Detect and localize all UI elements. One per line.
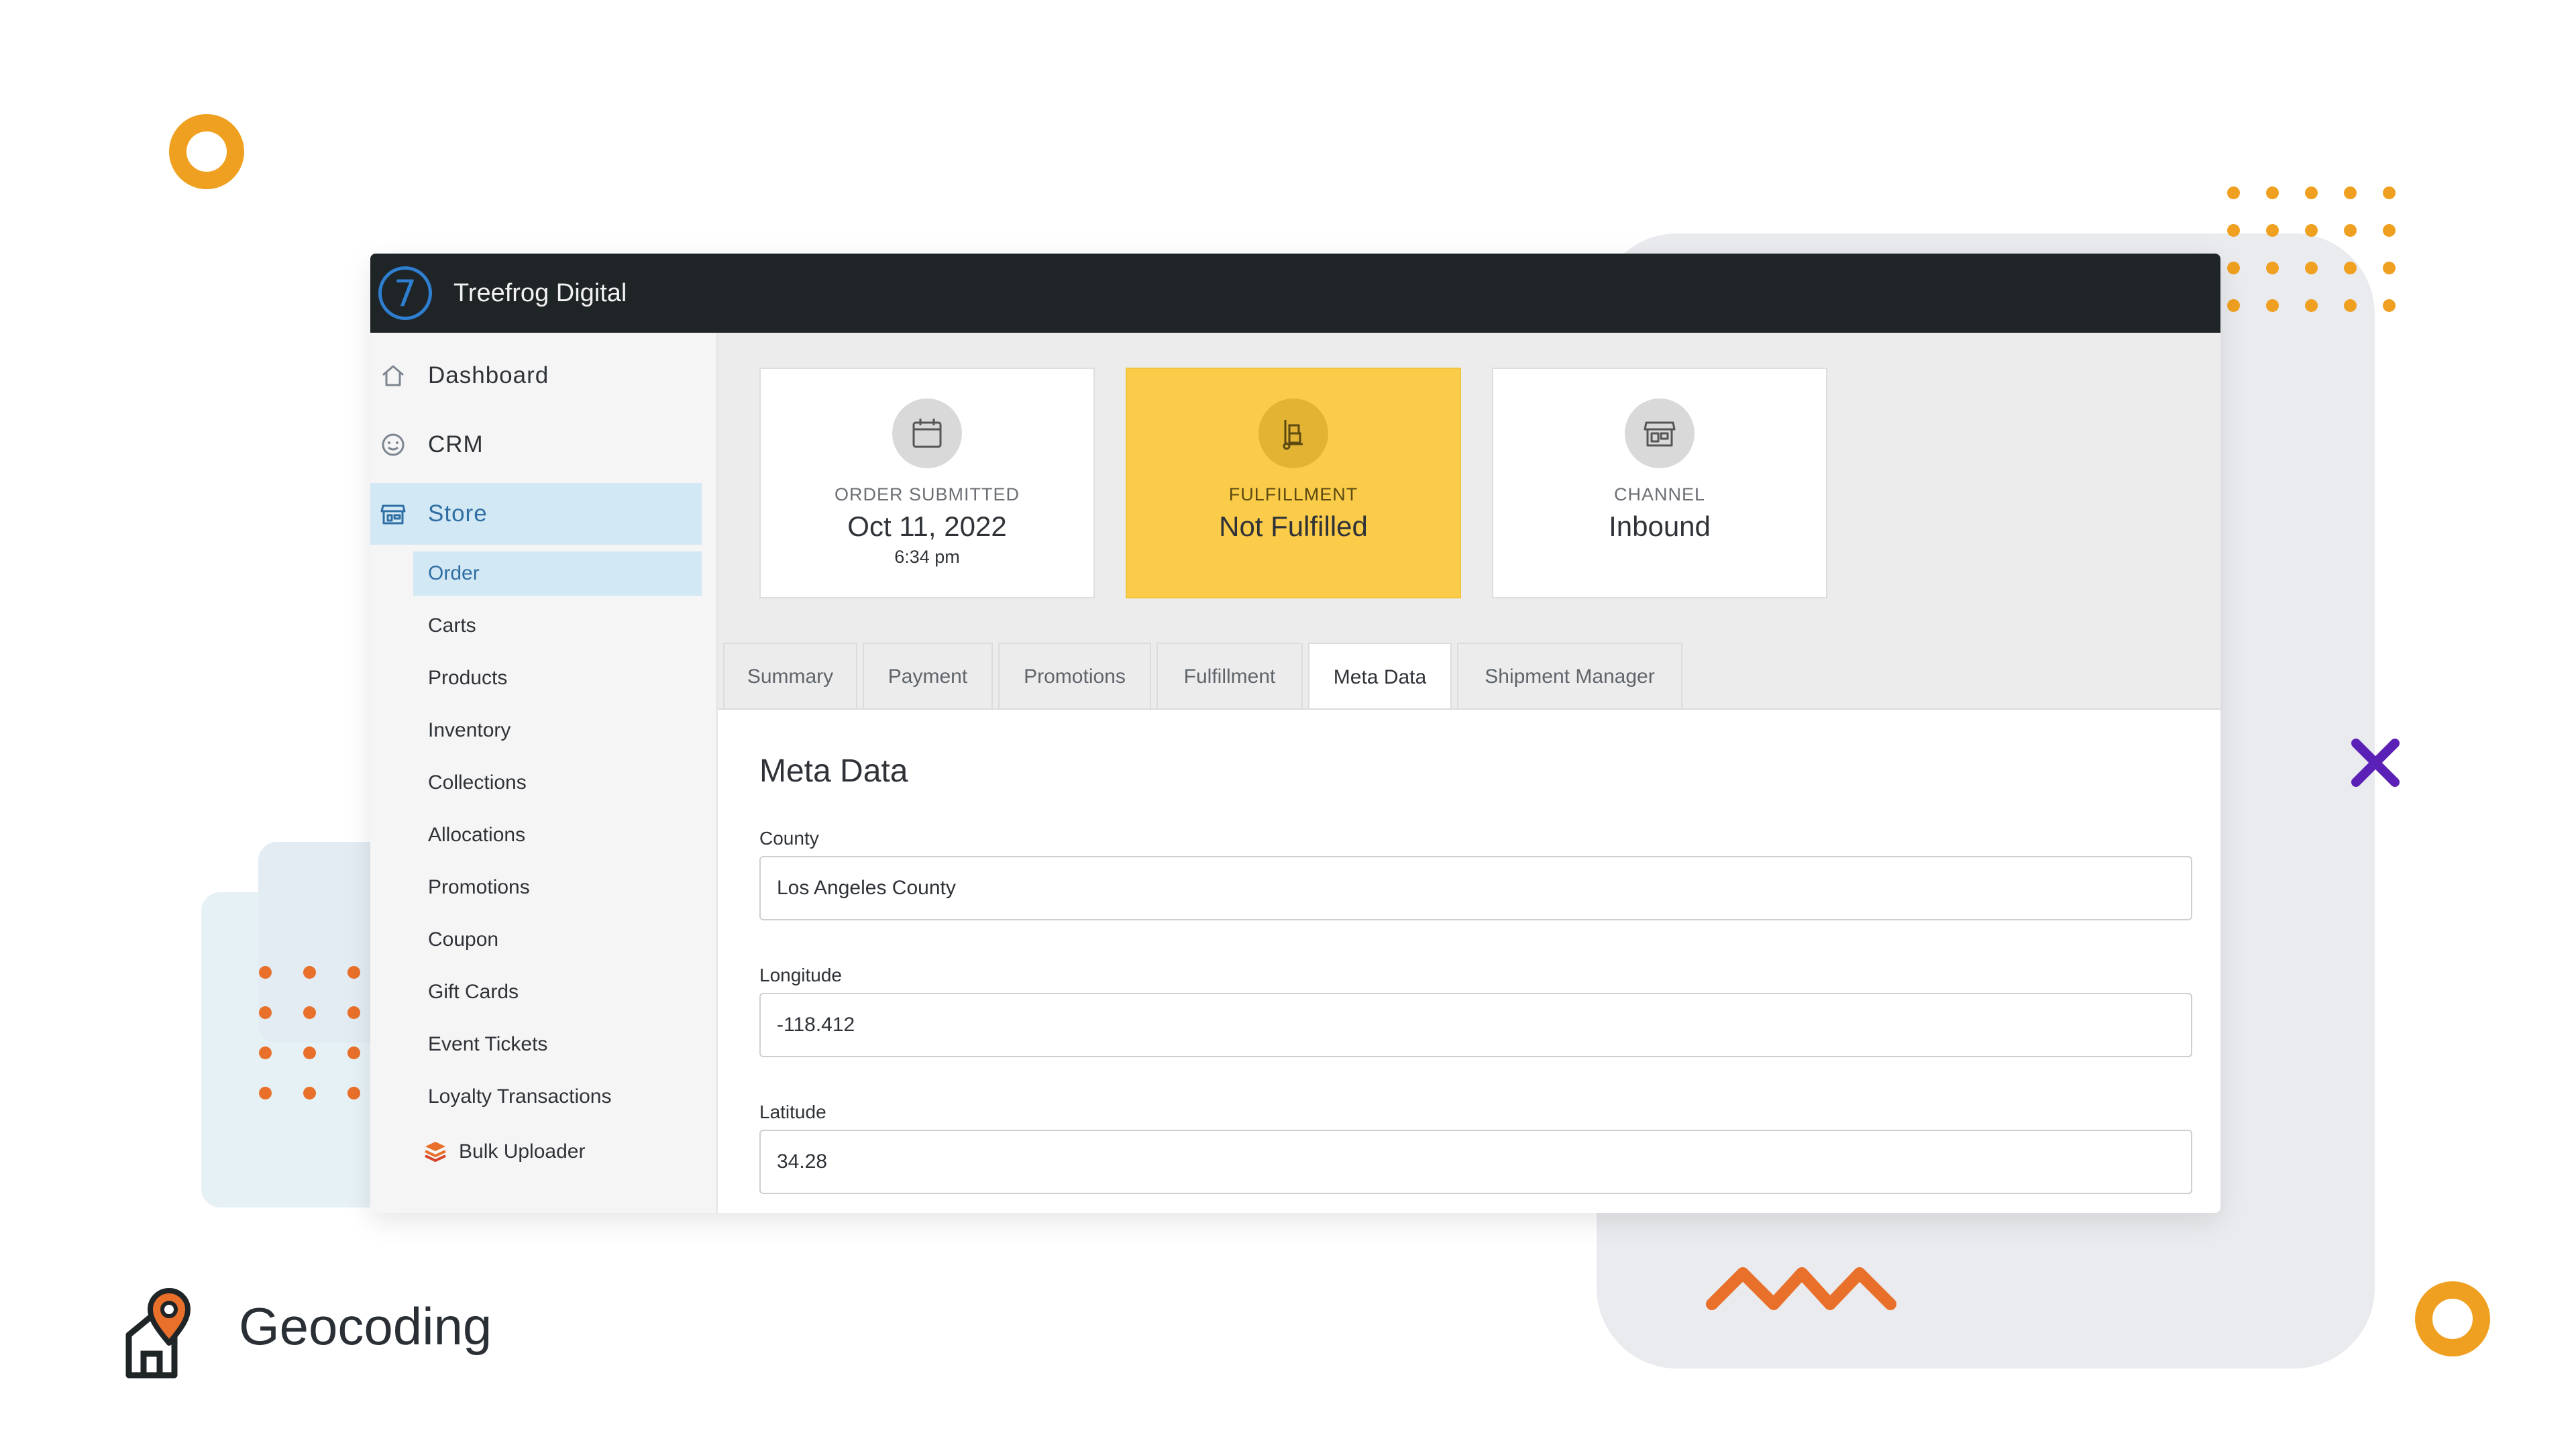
sidebar-subitem-collections[interactable]: Collections <box>413 761 702 805</box>
card-subvalue: 6:34 pm <box>894 547 960 567</box>
sidebar-item-crm[interactable]: CRM <box>370 414 702 476</box>
orange-ring-top-left <box>169 114 244 189</box>
top-bar: 7 Treefrog Digital <box>370 254 2220 333</box>
sidebar-subitem-label: Loyalty Transactions <box>428 1085 612 1108</box>
sidebar-item-label: Store <box>428 500 488 527</box>
sidebar-subitem-label: Promotions <box>428 876 530 898</box>
sidebar-subitem-label: Gift Cards <box>428 981 519 1003</box>
hand-truck-icon <box>1258 398 1328 468</box>
card-label: FULFILLMENT <box>1228 484 1358 504</box>
sidebar-subitem-label: Allocations <box>428 824 526 846</box>
sidebar-subitem-label: Collections <box>428 771 527 794</box>
sidebar: Dashboard CRM Store Order Carts Products… <box>370 333 718 1213</box>
sidebar-subitem-label: Coupon <box>428 928 499 951</box>
panel-title: Meta Data <box>759 753 908 789</box>
sidebar-subitem-coupon[interactable]: Coupon <box>413 918 702 962</box>
treefrog-logo-icon[interactable]: 7 <box>378 266 432 320</box>
app-title: Treefrog Digital <box>453 278 627 307</box>
longitude-label: Longitude <box>759 965 843 985</box>
sidebar-subitem-promotions[interactable]: Promotions <box>413 865 702 910</box>
home-icon <box>378 361 408 390</box>
storefront-icon <box>378 499 408 529</box>
tab-summary[interactable]: Summary <box>723 643 857 710</box>
sidebar-subitem-bulk-uploader[interactable]: Bulk Uploader <box>413 1130 702 1174</box>
zigzag-decoration <box>1706 1267 1896 1310</box>
store-icon <box>1625 398 1695 468</box>
sidebar-subitem-label: Order <box>428 562 480 584</box>
sidebar-subitem-label: Products <box>428 667 508 689</box>
sidebar-subitem-order[interactable]: Order <box>413 551 702 596</box>
sidebar-item-label: CRM <box>428 431 484 458</box>
calendar-icon <box>892 398 962 468</box>
latitude-field[interactable] <box>759 1130 2192 1194</box>
card-value: Inbound <box>1609 511 1711 542</box>
app-window: 7 Treefrog Digital Dashboard CRM Store O… <box>370 254 2220 1213</box>
tab-fulfillment[interactable]: Fulfillment <box>1157 643 1303 710</box>
orange-ring-bottom-right <box>2415 1281 2490 1356</box>
tab-meta-data[interactable]: Meta Data <box>1308 643 1452 711</box>
main-content: ORDER SUBMITTED Oct 11, 2022 6:34 pm FUL… <box>718 333 2220 1213</box>
smiley-icon <box>378 430 408 460</box>
sidebar-subitem-label: Inventory <box>428 719 511 741</box>
tab-promotions[interactable]: Promotions <box>998 643 1151 710</box>
sidebar-item-label: Dashboard <box>428 362 549 388</box>
layers-icon <box>423 1139 448 1165</box>
sidebar-subitem-carts[interactable]: Carts <box>413 604 702 648</box>
tab-payment[interactable]: Payment <box>863 643 993 710</box>
sidebar-subitem-loyalty-transactions[interactable]: Loyalty Transactions <box>413 1075 702 1119</box>
card-label: CHANNEL <box>1613 484 1706 504</box>
sidebar-subitem-label: Bulk Uploader <box>459 1140 586 1163</box>
card-label: ORDER SUBMITTED <box>834 484 1020 504</box>
sidebar-subitem-allocations[interactable]: Allocations <box>413 813 702 857</box>
longitude-field[interactable] <box>759 993 2192 1057</box>
sidebar-subitem-label: Event Tickets <box>428 1033 548 1055</box>
order-submitted-card: ORDER SUBMITTED Oct 11, 2022 6:34 pm <box>759 368 1095 598</box>
purple-x-icon <box>2351 739 2400 787</box>
location-house-icon <box>125 1288 191 1379</box>
card-value: Not Fulfilled <box>1219 511 1368 542</box>
footer-title: Geocoding <box>239 1297 492 1356</box>
sidebar-subitem-products[interactable]: Products <box>413 656 702 700</box>
sidebar-item-store[interactable]: Store <box>370 483 702 545</box>
sidebar-subitem-label: Carts <box>428 614 476 637</box>
county-label: County <box>759 828 819 849</box>
sidebar-subitem-inventory[interactable]: Inventory <box>413 708 702 753</box>
sidebar-item-dashboard[interactable]: Dashboard <box>370 345 702 407</box>
channel-card: CHANNEL Inbound <box>1492 368 1827 598</box>
latitude-label: Latitude <box>759 1102 826 1122</box>
sidebar-subitem-gift-cards[interactable]: Gift Cards <box>413 970 702 1014</box>
tab-shipment-manager[interactable]: Shipment Manager <box>1457 643 1682 710</box>
card-value: Oct 11, 2022 <box>847 511 1007 542</box>
meta-data-panel: Meta Data County Longitude Latitude <box>718 708 2220 1213</box>
fulfillment-card: FULFILLMENT Not Fulfilled <box>1126 368 1461 598</box>
sidebar-subitem-event-tickets[interactable]: Event Tickets <box>413 1022 702 1067</box>
county-field[interactable] <box>759 856 2192 920</box>
